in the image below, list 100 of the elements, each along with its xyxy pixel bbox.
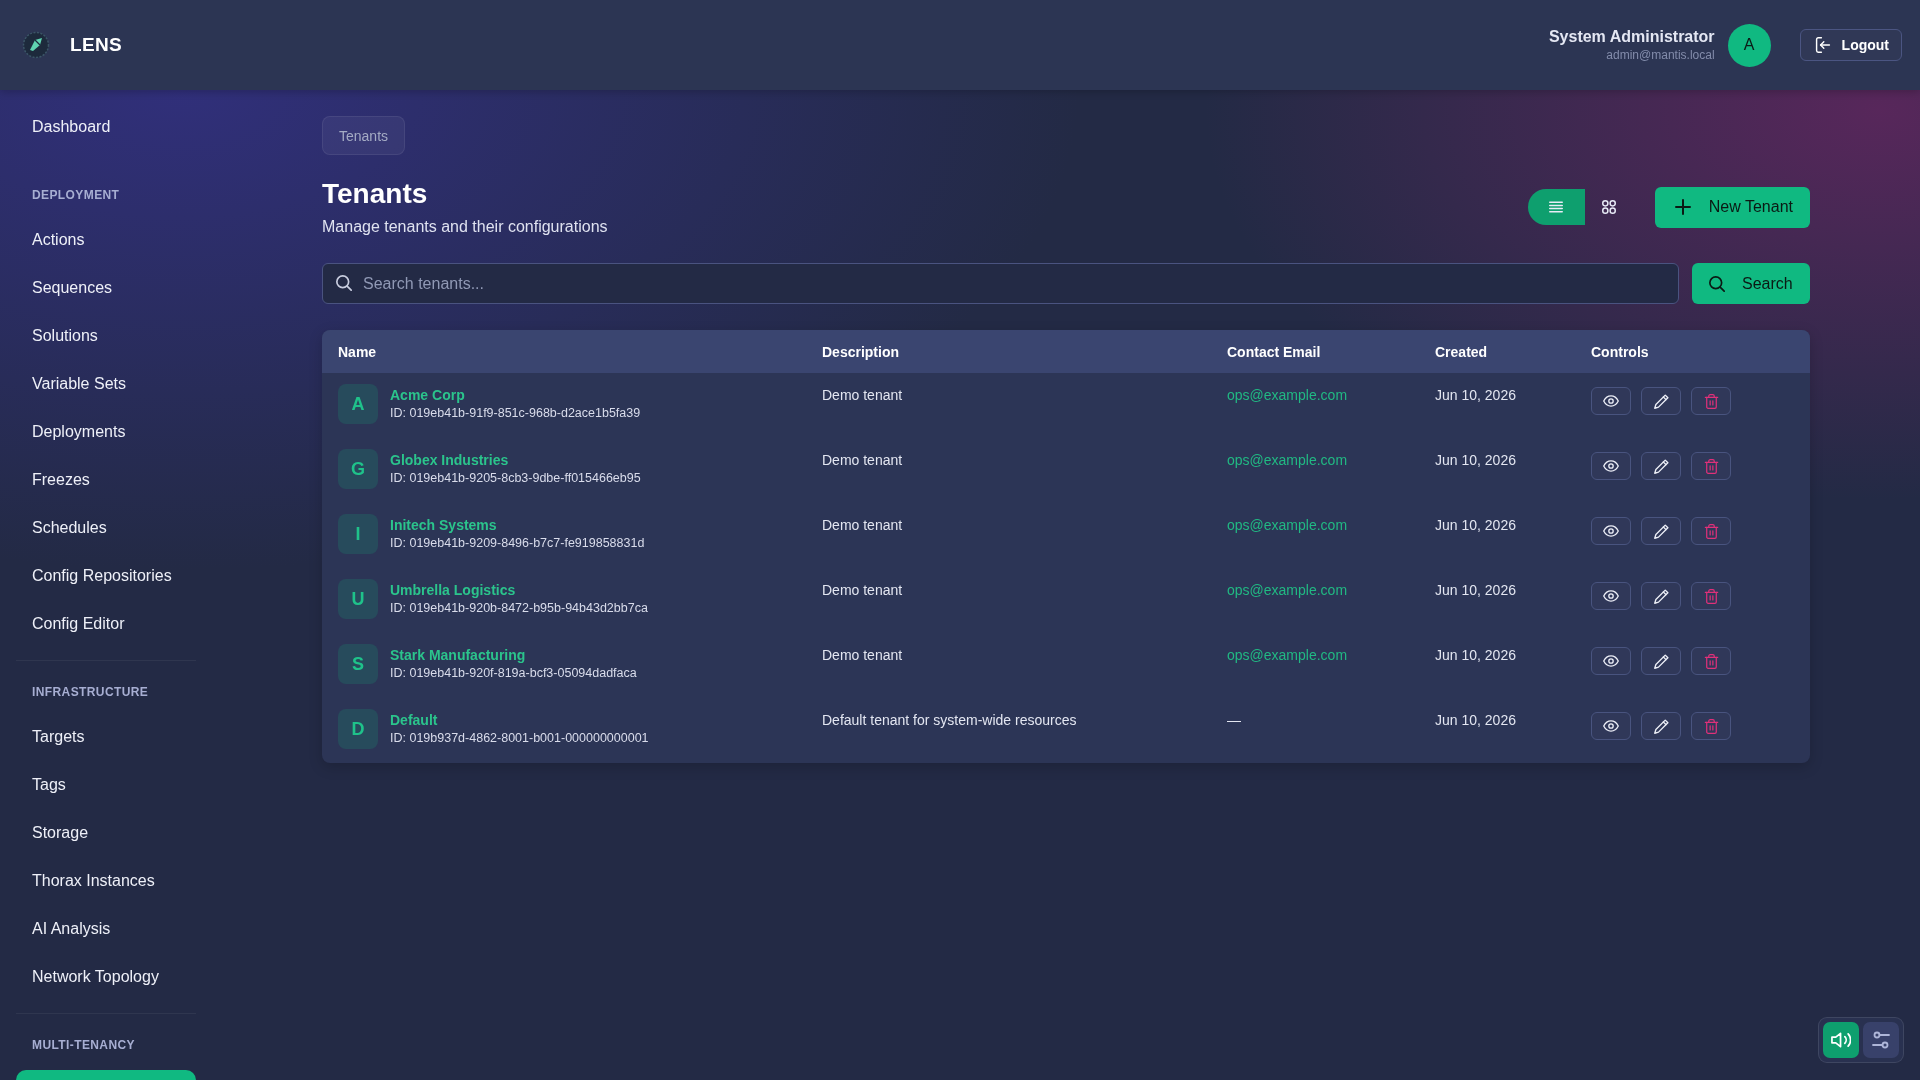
eye-icon [1603, 523, 1619, 539]
email-link[interactable]: ops@example.com [1227, 387, 1348, 403]
tenant-description: Demo tenant [822, 647, 903, 663]
tenant-id: ID: 019eb41b-9205-8cb3-9dbe-ff015466eb95 [390, 470, 641, 487]
eye-icon [1603, 653, 1619, 669]
view-button[interactable] [1591, 712, 1631, 740]
pencil-icon [1653, 653, 1669, 669]
view-button[interactable] [1591, 647, 1631, 675]
tenant-name[interactable]: Globex Industries [390, 451, 509, 469]
view-button[interactable] [1591, 452, 1631, 480]
logout-icon [1814, 37, 1831, 53]
tenant-description: Default tenant for system-wide resources [822, 712, 1077, 728]
delete-button[interactable] [1691, 517, 1731, 545]
column-header: Name [338, 343, 377, 360]
new-tenant-button[interactable]: New Tenant [1654, 186, 1810, 228]
breadcrumb[interactable]: Tenants [322, 116, 406, 155]
edit-button[interactable] [1641, 712, 1681, 740]
plus-icon [1674, 199, 1691, 215]
tenant-name[interactable]: Umbrella Logistics [390, 581, 516, 599]
edit-button[interactable] [1641, 582, 1681, 610]
pencil-icon [1653, 523, 1669, 539]
list-icon [1549, 200, 1564, 214]
list-view-button[interactable] [1527, 189, 1585, 225]
sidebar-item[interactable]: Deployments [16, 408, 196, 456]
tenant-avatar: D [338, 709, 378, 749]
search-button[interactable]: Search [1692, 263, 1810, 304]
tenant-name[interactable]: Stark Manufacturing [390, 646, 526, 664]
edit-button[interactable] [1641, 517, 1681, 545]
eye-icon [1603, 718, 1619, 734]
view-button[interactable] [1591, 582, 1631, 610]
sidebar-item[interactable]: Config Repositories [16, 552, 196, 600]
sidebar-item[interactable]: Solutions [16, 312, 196, 360]
delete-button[interactable] [1691, 582, 1731, 610]
tenant-description: Demo tenant [822, 517, 903, 533]
eye-icon [1603, 588, 1619, 604]
column-header: Description [822, 343, 899, 360]
tenant-id: ID: 019b937d-4862-8001-b001-000000000001 [390, 730, 649, 747]
created-date: Jun 10, 2026 [1435, 647, 1516, 663]
created-date: Jun 10, 2026 [1435, 582, 1516, 598]
trash-icon [1703, 458, 1719, 474]
tenant-description: Demo tenant [822, 387, 903, 403]
app-name: LENS [70, 34, 122, 56]
sidebar-section-heading: DEPLOYMENT [32, 187, 121, 203]
user-avatar[interactable]: A [1727, 23, 1771, 67]
created-date: Jun 10, 2026 [1435, 387, 1516, 403]
sidebar-item[interactable]: Variable Sets [16, 360, 196, 408]
sidebar-item[interactable]: Actions [16, 216, 196, 264]
logo-icon [22, 31, 50, 59]
view-button[interactable] [1591, 387, 1631, 415]
eye-icon [1603, 458, 1619, 474]
sound-button[interactable] [1823, 1022, 1859, 1058]
tenant-id: ID: 019eb41b-920f-819a-bcf3-05094dadfaca [390, 665, 637, 682]
empty-value: — [1227, 712, 1241, 728]
sidebar-item[interactable]: Storage [16, 809, 196, 857]
edit-button[interactable] [1641, 647, 1681, 675]
tenant-name[interactable]: Default [390, 711, 438, 729]
eye-icon [1603, 393, 1619, 409]
search-icon [336, 275, 352, 291]
pencil-icon [1653, 588, 1669, 604]
user-email: admin@mantis.local [1606, 47, 1715, 63]
sidebar-item[interactable]: Thorax Instances [16, 857, 196, 905]
search-icon [1709, 275, 1725, 292]
speaker-icon [1831, 1031, 1851, 1049]
created-date: Jun 10, 2026 [1435, 712, 1516, 728]
user-name: System Administrator [1548, 27, 1715, 47]
edit-button[interactable] [1641, 387, 1681, 415]
sidebar-item[interactable] [16, 1070, 196, 1080]
delete-button[interactable] [1691, 712, 1731, 740]
column-header: Controls [1591, 343, 1649, 360]
email-link[interactable]: ops@example.com [1227, 517, 1348, 533]
email-link[interactable]: ops@example.com [1227, 647, 1348, 663]
sidebar-item[interactable]: Sequences [16, 264, 196, 312]
sliders-icon [1871, 1031, 1891, 1049]
sidebar-item[interactable]: Tags [16, 761, 196, 809]
email-link[interactable]: ops@example.com [1227, 452, 1348, 468]
delete-button[interactable] [1691, 387, 1731, 415]
search-field[interactable]: Search tenants... [322, 263, 1679, 304]
tenant-id: ID: 019eb41b-9209-8496-b7c7-fe919858831d [390, 535, 645, 552]
sidebar-item[interactable]: Network Topology [16, 953, 196, 1001]
edit-button[interactable] [1641, 452, 1681, 480]
sidebar-section-heading: MULTI-TENANCY [32, 1037, 136, 1053]
email-link[interactable]: ops@example.com [1227, 582, 1348, 598]
sidebar-item[interactable]: Schedules [16, 504, 196, 552]
logout-button[interactable]: Logout [1799, 29, 1902, 61]
settings-button[interactable] [1863, 1022, 1899, 1058]
sidebar-item[interactable]: Targets [16, 713, 196, 761]
pencil-icon [1653, 458, 1669, 474]
sidebar-item[interactable]: AI Analysis [16, 905, 196, 953]
delete-button[interactable] [1691, 452, 1731, 480]
tenant-avatar: G [338, 449, 378, 489]
page-title: Tenants [322, 177, 429, 211]
delete-button[interactable] [1691, 647, 1731, 675]
sidebar-item[interactable]: Config Editor [16, 600, 196, 648]
view-button[interactable] [1591, 517, 1631, 545]
tenant-name[interactable]: Initech Systems [390, 516, 497, 534]
sidebar-item[interactable]: Freezes [16, 456, 196, 504]
sidebar-item[interactable]: Dashboard [16, 103, 196, 151]
sidebar-section-heading: INFRASTRUCTURE [32, 684, 150, 700]
tenant-name[interactable]: Acme Corp [390, 386, 465, 404]
pencil-icon [1653, 393, 1669, 409]
